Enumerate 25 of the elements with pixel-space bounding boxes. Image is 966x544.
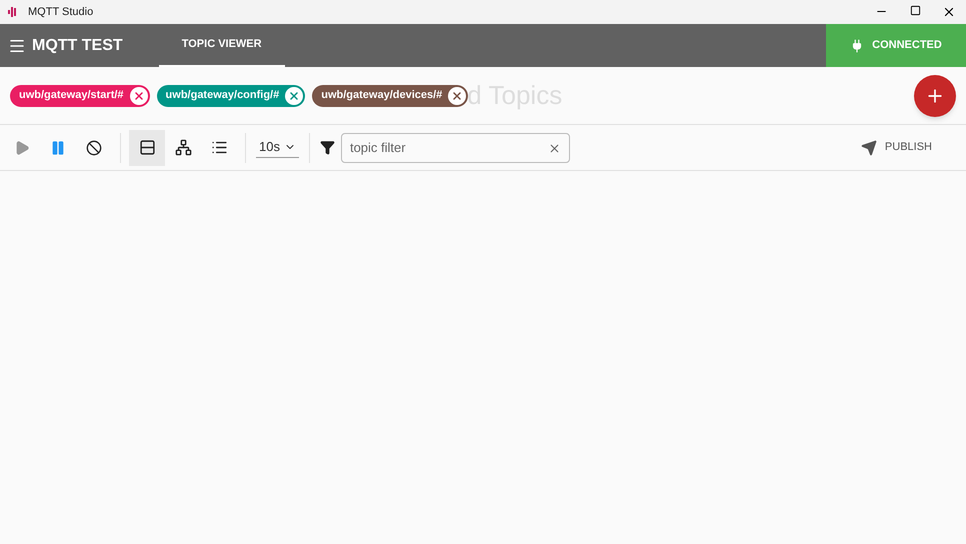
close-icon [942,5,956,19]
cards-view-button[interactable] [129,130,165,166]
interval-select[interactable]: 10s [256,137,299,158]
send-icon [860,140,877,156]
window-title: MQTT Studio [28,4,94,20]
filter-icon [320,140,335,155]
remove-icon[interactable] [448,86,466,104]
tab[interactable]: TOPIC VIEWER [158,24,285,67]
tree-icon [174,139,192,156]
topic-filter-field[interactable]: topic filter [340,132,570,162]
cards-icon [138,139,156,156]
play-icon [14,140,30,156]
maximize-icon [910,5,920,16]
topic-chip[interactable]: uwb/gateway/start/# [10,84,150,106]
remove-icon[interactable] [130,86,148,104]
clear-icon [86,140,102,156]
clear-filter-icon[interactable] [548,142,561,154]
remove-icon[interactable] [285,86,304,104]
add-button[interactable] [914,74,956,116]
topic-chip[interactable]: uwb/gateway/config/# [156,84,306,106]
connection-name: MQTT TEST [32,36,123,56]
publish-button[interactable]: PUBLISH [860,139,932,156]
topic-chip[interactable]: uwb/gateway/devices/# [312,84,468,106]
pause-icon [50,140,66,156]
list-icon [210,139,228,156]
